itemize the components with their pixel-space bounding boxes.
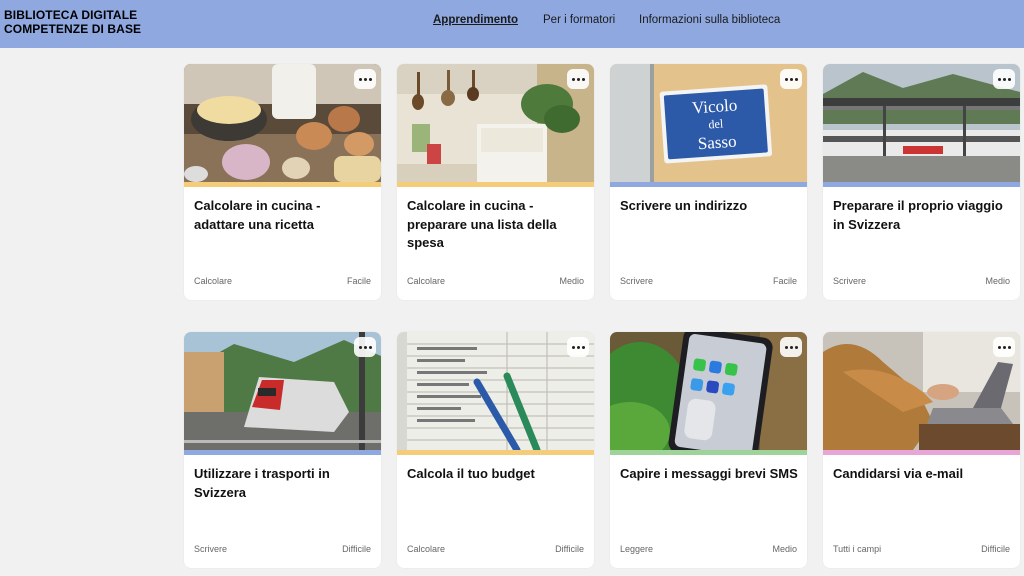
sign-line-2: del xyxy=(708,116,724,131)
category-stripe xyxy=(610,450,807,455)
card-title: Candidarsi via e-mail xyxy=(833,466,964,481)
card-title: Preparare il proprio viaggio in Svizzera xyxy=(833,198,1003,232)
course-card[interactable]: Vicolo del Sasso Scrivere un indirizzo S… xyxy=(610,64,807,300)
card-title: Capire i messaggi brevi SMS xyxy=(620,466,798,481)
dot-icon xyxy=(576,77,580,81)
smartphone-photo xyxy=(610,332,807,450)
course-card[interactable]: Calcolare in cucina - adattare una ricet… xyxy=(184,64,381,300)
card-level: Difficile xyxy=(342,544,371,554)
dot-icon xyxy=(789,77,793,81)
street-sign-photo: Vicolo del Sasso xyxy=(610,64,807,182)
dot-icon xyxy=(368,345,372,349)
dot-icon xyxy=(363,345,367,349)
course-card[interactable]: Capire i messaggi brevi SMS Leggere Medi… xyxy=(610,332,807,568)
card-title: Calcolare in cucina - preparare una list… xyxy=(407,198,557,250)
course-card[interactable]: Preparare il proprio viaggio in Svizzera… xyxy=(823,64,1020,300)
card-category: Scrivere xyxy=(620,276,654,286)
more-options-button[interactable] xyxy=(993,337,1015,357)
card-title: Calcola il tuo budget xyxy=(407,466,535,481)
dot-icon xyxy=(1002,77,1006,81)
ingredients-photo xyxy=(184,64,381,182)
dot-icon xyxy=(368,77,372,81)
header: BIBLIOTECA DIGITALE COMPETENZE DI BASE A… xyxy=(0,0,1024,48)
nav-informazioni[interactable]: Informazioni sulla biblioteca xyxy=(639,14,780,26)
dot-icon xyxy=(358,345,362,349)
category-stripe xyxy=(397,182,594,187)
card-category: Tutti i campi xyxy=(833,544,882,554)
course-card[interactable]: Calcolare in cucina - preparare una list… xyxy=(397,64,594,300)
dot-icon xyxy=(794,345,798,349)
dot-icon xyxy=(1007,77,1011,81)
dot-icon xyxy=(363,77,367,81)
dot-icon xyxy=(784,345,788,349)
card-category: Scrivere xyxy=(833,276,867,286)
dot-icon xyxy=(997,77,1001,81)
card-level: Difficile xyxy=(981,544,1010,554)
more-options-button[interactable] xyxy=(780,337,802,357)
more-options-button[interactable] xyxy=(567,337,589,357)
sign-line-3: Sasso xyxy=(697,132,737,154)
card-category: Calcolare xyxy=(407,544,446,554)
card-level: Medio xyxy=(772,544,797,554)
nav-apprendimento[interactable]: Apprendimento xyxy=(433,14,518,26)
card-category: Calcolare xyxy=(194,276,233,286)
dot-icon xyxy=(571,77,575,81)
more-options-button[interactable] xyxy=(780,69,802,89)
more-options-button[interactable] xyxy=(354,69,376,89)
more-options-button[interactable] xyxy=(567,69,589,89)
dot-icon xyxy=(358,77,362,81)
dot-icon xyxy=(1007,345,1011,349)
dot-icon xyxy=(571,345,575,349)
card-level: Facile xyxy=(346,276,371,286)
card-level: Medio xyxy=(559,276,584,286)
laptop-photo xyxy=(823,332,1020,450)
category-stripe xyxy=(397,450,594,455)
course-card[interactable]: Calcola il tuo budget Calcolare Difficil… xyxy=(397,332,594,568)
brand-line-1: BIBLIOTECA DIGITALE xyxy=(4,8,138,22)
dot-icon xyxy=(789,345,793,349)
site-logo[interactable]: BIBLIOTECA DIGITALE COMPETENZE DI BASE xyxy=(4,8,141,36)
card-category: Leggere xyxy=(620,544,654,554)
card-level: Facile xyxy=(772,276,797,286)
nav-per-i-formatori[interactable]: Per i formatori xyxy=(543,14,615,26)
card-category: Calcolare xyxy=(407,276,446,286)
more-options-button[interactable] xyxy=(354,337,376,357)
category-stripe xyxy=(184,450,381,455)
dot-icon xyxy=(576,345,580,349)
dot-icon xyxy=(997,345,1001,349)
card-title: Calcolare in cucina - adattare una ricet… xyxy=(194,198,321,232)
more-options-button[interactable] xyxy=(993,69,1015,89)
dot-icon xyxy=(581,77,585,81)
dot-icon xyxy=(784,77,788,81)
card-level: Difficile xyxy=(555,544,584,554)
category-stripe xyxy=(823,182,1020,187)
course-card[interactable]: Candidarsi via e-mail Tutti i campi Diff… xyxy=(823,332,1020,568)
dot-icon xyxy=(794,77,798,81)
card-title: Scrivere un indirizzo xyxy=(620,198,748,213)
train-photo xyxy=(184,332,381,450)
card-category: Scrivere xyxy=(194,544,228,554)
budget-sheet-photo xyxy=(397,332,594,450)
course-card[interactable]: Utilizzare i trasporti in Svizzera Scriv… xyxy=(184,332,381,568)
dot-icon xyxy=(581,345,585,349)
brand-line-2: COMPETENZE DI BASE xyxy=(4,22,142,36)
kitchen-photo xyxy=(397,64,594,182)
category-stripe xyxy=(184,182,381,187)
sign-line-1: Vicolo xyxy=(691,95,737,117)
train-station-photo xyxy=(823,64,1020,182)
card-title: Utilizzare i trasporti in Svizzera xyxy=(194,466,330,500)
card-level: Medio xyxy=(985,276,1010,286)
category-stripe xyxy=(610,182,807,187)
dot-icon xyxy=(1002,345,1006,349)
category-stripe xyxy=(823,450,1020,455)
